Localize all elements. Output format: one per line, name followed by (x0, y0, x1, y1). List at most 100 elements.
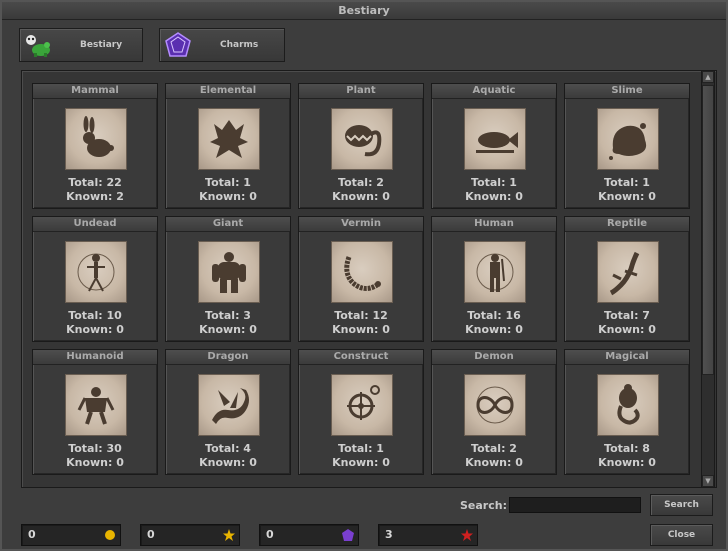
category-name: Vermin (299, 217, 423, 232)
scroll-up-arrow-icon[interactable]: ▲ (702, 71, 714, 83)
category-known: Known: 0 (465, 190, 523, 203)
bestiary-tab-icon (22, 30, 54, 60)
category-name: Slime (565, 84, 689, 99)
category-known: Known: 0 (199, 323, 257, 336)
category-known: Known: 0 (66, 323, 124, 336)
category-known: Known: 0 (332, 323, 390, 336)
category-portrait (464, 241, 526, 303)
plant-icon (345, 125, 382, 157)
currency-value: 0 (147, 528, 155, 541)
category-card-human[interactable]: Human Total: 16 Known: 0 (431, 216, 557, 342)
category-card-magical[interactable]: Magical Total: 8 Known: 0 (564, 349, 690, 475)
currency-box: 0 (140, 524, 240, 546)
category-card-undead[interactable]: Undead Total: 10 Known: 0 (32, 216, 158, 342)
category-portrait (65, 241, 127, 303)
category-name: Reptile (565, 217, 689, 232)
category-card-giant[interactable]: Giant Total: 3 Known: 0 (165, 216, 291, 342)
category-portrait (65, 108, 127, 170)
category-total: Total: 1 (604, 176, 650, 189)
category-name: Plant (299, 84, 423, 99)
category-total: Total: 22 (68, 176, 122, 189)
category-name: Aquatic (432, 84, 556, 99)
category-portrait (198, 241, 260, 303)
category-card-mammal[interactable]: Mammal Total: 22 Known: 2 (32, 83, 158, 209)
category-name: Undead (33, 217, 157, 232)
category-known: Known: 0 (465, 323, 523, 336)
category-known: Known: 0 (598, 323, 656, 336)
category-total: Total: 30 (68, 442, 122, 455)
category-known: Known: 0 (465, 456, 523, 469)
tab-charms[interactable]: Charms (159, 28, 285, 62)
category-known: Known: 0 (598, 190, 656, 203)
category-card-aquatic[interactable]: Aquatic Total: 1 Known: 0 (431, 83, 557, 209)
category-name: Dragon (166, 350, 290, 365)
category-known: Known: 0 (332, 456, 390, 469)
scrollbar-thumb[interactable] (702, 85, 714, 375)
category-total: Total: 12 (334, 309, 388, 322)
category-card-construct[interactable]: Construct Total: 1 Known: 0 (298, 349, 424, 475)
category-name: Construct (299, 350, 423, 365)
category-portrait (198, 108, 260, 170)
category-portrait (331, 241, 393, 303)
currency-value: 3 (385, 528, 393, 541)
tab-bestiary[interactable]: Bestiary (19, 28, 143, 62)
category-portrait (597, 374, 659, 436)
giant-icon (212, 252, 246, 293)
search-button[interactable]: Search (650, 494, 713, 516)
category-total: Total: 1 (471, 176, 517, 189)
category-name: Human (432, 217, 556, 232)
category-portrait (65, 374, 127, 436)
category-portrait (464, 108, 526, 170)
category-total: Total: 4 (205, 442, 251, 455)
tab-bestiary-label: Bestiary (80, 40, 123, 50)
purple-gem-icon (342, 529, 354, 541)
currency-box: 3 (378, 524, 478, 546)
category-card-humanoid[interactable]: Humanoid Total: 30 Known: 0 (32, 349, 158, 475)
category-total: Total: 1 (205, 176, 251, 189)
category-portrait (597, 241, 659, 303)
category-grid: Mammal Total: 22 Known: 2 Elemental Total: 1… (32, 83, 690, 475)
category-total: Total: 2 (338, 176, 384, 189)
category-total: Total: 16 (467, 309, 521, 322)
dragon-icon (212, 388, 249, 424)
search-input[interactable] (509, 497, 641, 513)
category-card-vermin[interactable]: Vermin Total: 12 Known: 0 (298, 216, 424, 342)
category-name: Mammal (33, 84, 157, 99)
close-button[interactable]: Close (650, 524, 713, 546)
star-icon (223, 529, 235, 541)
category-known: Known: 0 (598, 456, 656, 469)
category-total: Total: 1 (338, 442, 384, 455)
category-total: Total: 7 (604, 309, 650, 322)
category-name: Demon (432, 350, 556, 365)
category-card-elemental[interactable]: Elemental Total: 1 Known: 0 (165, 83, 291, 209)
scroll-down-arrow-icon[interactable]: ▼ (702, 475, 714, 487)
category-list: Mammal Total: 22 Known: 2 Elemental Total: 1… (21, 70, 717, 488)
category-name: Giant (166, 217, 290, 232)
charms-tab-icon (162, 30, 194, 60)
lizard-icon (609, 251, 640, 296)
category-total: Total: 2 (471, 442, 517, 455)
category-portrait (597, 108, 659, 170)
category-name: Elemental (166, 84, 290, 99)
category-known: Known: 2 (66, 190, 124, 203)
elemental-icon (210, 120, 248, 158)
category-known: Known: 0 (199, 190, 257, 203)
tab-charms-label: Charms (220, 40, 259, 50)
skeleton-icon (77, 253, 115, 292)
category-known: Known: 0 (332, 190, 390, 203)
window-title: Bestiary (2, 2, 726, 20)
currency-box: 0 (259, 524, 359, 546)
category-portrait (331, 108, 393, 170)
category-card-plant[interactable]: Plant Total: 2 Known: 0 (298, 83, 424, 209)
category-scrollbar[interactable]: ▲ ▼ (701, 70, 715, 488)
category-known: Known: 0 (199, 456, 257, 469)
category-card-dragon[interactable]: Dragon Total: 4 Known: 0 (165, 349, 291, 475)
category-portrait (198, 374, 260, 436)
gear-icon (347, 385, 380, 420)
gold-coin-icon (105, 530, 115, 540)
currency-value: 0 (28, 528, 36, 541)
category-card-reptile[interactable]: Reptile Total: 7 Known: 0 (564, 216, 690, 342)
category-card-slime[interactable]: Slime Total: 1 Known: 0 (564, 83, 690, 209)
genie-icon (617, 384, 640, 425)
category-card-demon[interactable]: Demon Total: 2 Known: 0 (431, 349, 557, 475)
